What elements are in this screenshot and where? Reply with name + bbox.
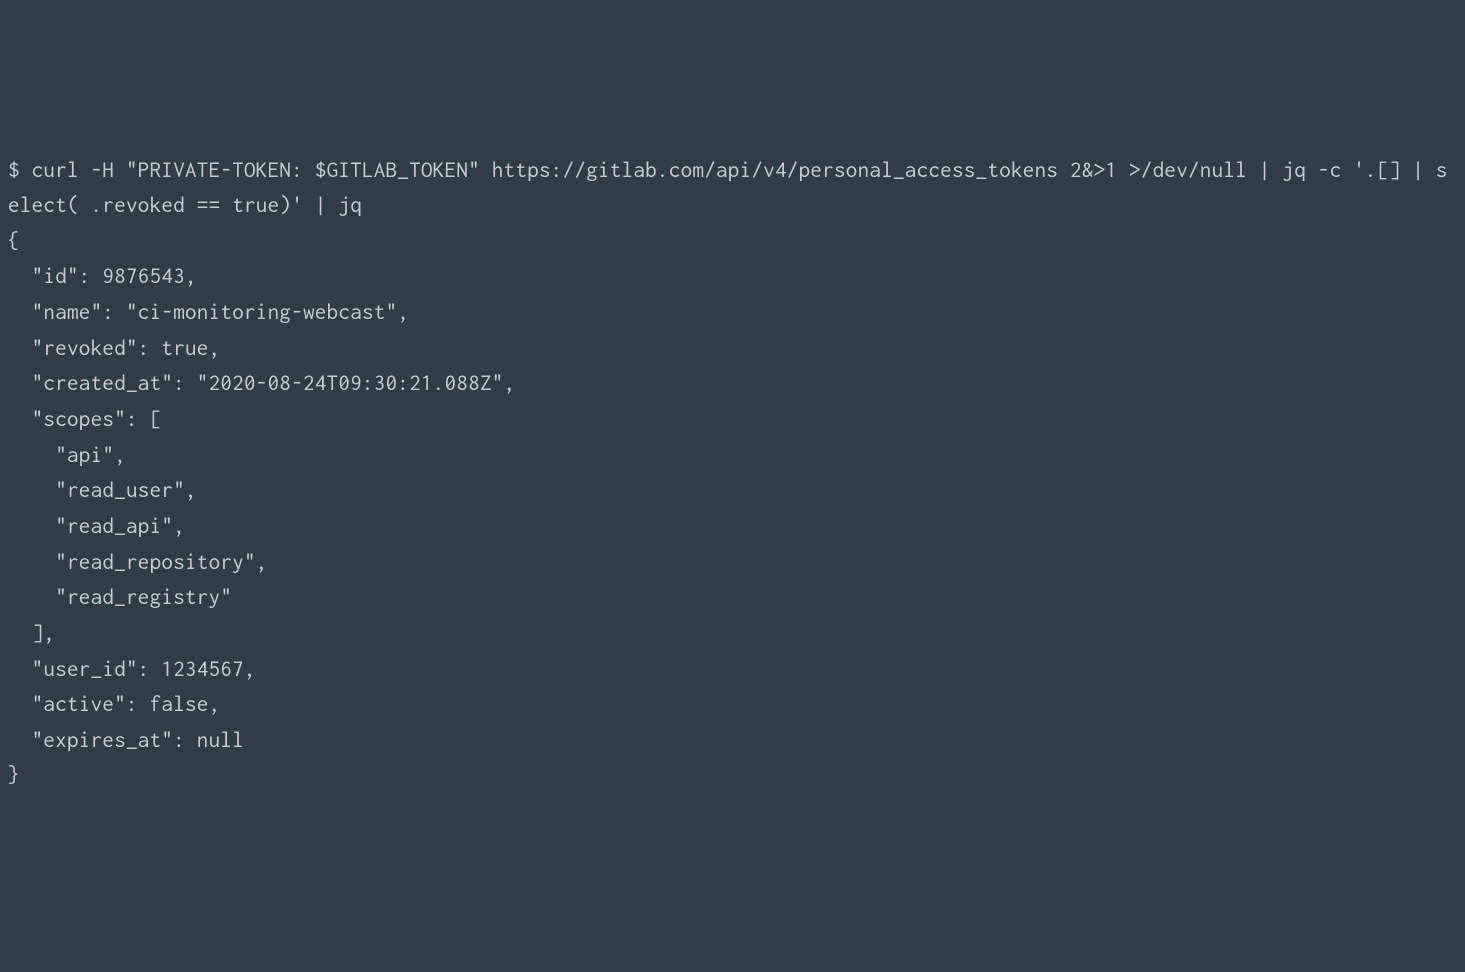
json-output-line: "read_user", bbox=[8, 478, 197, 502]
json-output-line: "active": false, bbox=[8, 692, 220, 716]
json-output-line: "created_at": "2020-08-24T09:30:21.088Z"… bbox=[8, 371, 515, 395]
json-output-line: "expires_at": null bbox=[8, 728, 244, 752]
json-output-line: "revoked": true, bbox=[8, 336, 220, 360]
json-output-line: "scopes": [ bbox=[8, 407, 161, 431]
json-output-line: "user_id": 1234567, bbox=[8, 657, 256, 681]
json-output-line: "read_api", bbox=[8, 514, 185, 538]
command-line: $ curl -H "PRIVATE-TOKEN: $GITLAB_TOKEN"… bbox=[8, 158, 1448, 218]
json-output-line: "read_registry" bbox=[8, 585, 232, 609]
terminal-output[interactable]: $ curl -H "PRIVATE-TOKEN: $GITLAB_TOKEN"… bbox=[8, 153, 1457, 795]
json-output-line: } bbox=[8, 763, 20, 787]
json-output-line: ], bbox=[8, 621, 55, 645]
json-output-line: "api", bbox=[8, 443, 126, 467]
json-output-line: "name": "ci-monitoring-webcast", bbox=[8, 300, 409, 324]
json-output-line: "id": 9876543, bbox=[8, 264, 197, 288]
json-output-line: { bbox=[8, 229, 20, 253]
json-output-line: "read_repository", bbox=[8, 550, 268, 574]
